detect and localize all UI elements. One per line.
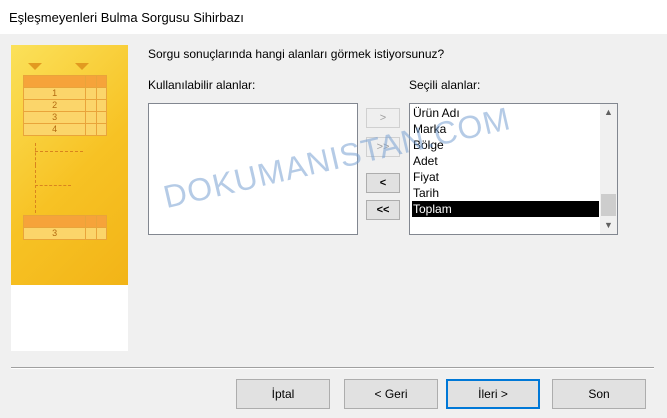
row-number: 4 <box>22 123 87 136</box>
finish-button[interactable]: Son <box>552 379 646 409</box>
cancel-button[interactable]: İptal <box>236 379 330 409</box>
row-number: 3 <box>22 227 87 240</box>
connector-line <box>35 143 36 165</box>
list-item[interactable]: Ürün Adı <box>412 105 460 121</box>
add-all-fields-button[interactable]: >> <box>366 137 400 157</box>
connector-line <box>35 151 83 152</box>
list-item[interactable]: Marka <box>412 121 446 137</box>
available-fields-label: Kullanılabilir alanlar: <box>148 78 256 92</box>
selected-fields-list[interactable]: Ürün Adı Marka Bölge Adet Fiyat Tarih To… <box>409 103 618 235</box>
row-number: 2 <box>22 99 87 112</box>
illustration-table-bottom: 3 <box>22 215 108 240</box>
row-number: 1 <box>22 87 87 100</box>
selected-fields-label: Seçili alanlar: <box>409 78 481 92</box>
remove-all-fields-button[interactable]: << <box>366 200 400 220</box>
vertical-scrollbar[interactable]: ▲ ▼ <box>600 104 617 234</box>
list-item[interactable]: Fiyat <box>412 169 439 185</box>
scroll-up-icon[interactable]: ▲ <box>600 104 617 121</box>
footer-divider-highlight <box>11 368 654 369</box>
connector-line <box>35 185 71 186</box>
remove-field-button[interactable]: < <box>366 173 400 193</box>
arrow-down-icon <box>75 63 89 70</box>
row-number: 3 <box>22 111 87 124</box>
add-field-button[interactable]: > <box>366 108 400 128</box>
back-button[interactable]: < Geri <box>344 379 438 409</box>
illustration-panel: 1 2 3 4 3 <box>11 45 128 285</box>
list-item[interactable]: Adet <box>412 153 438 169</box>
scroll-down-icon[interactable]: ▼ <box>600 217 617 234</box>
list-item[interactable]: Tarih <box>412 185 439 201</box>
next-button[interactable]: İleri > <box>446 379 540 409</box>
list-item-selected[interactable]: Toplam <box>412 201 599 217</box>
scroll-thumb[interactable] <box>601 194 616 216</box>
window-title: Eşleşmeyenleri Bulma Sorgusu Sihirbazı <box>9 10 244 25</box>
wizard-illustration: 1 2 3 4 3 <box>11 45 128 351</box>
prompt-text: Sorgu sonuçlarında hangi alanları görmek… <box>148 47 445 61</box>
illustration-table-top: 1 2 3 4 <box>22 75 108 136</box>
list-item[interactable]: Bölge <box>412 137 444 153</box>
available-fields-list[interactable] <box>148 103 358 235</box>
title-bar: Eşleşmeyenleri Bulma Sorgusu Sihirbazı <box>0 0 667 34</box>
connector-line <box>35 165 36 213</box>
arrow-down-icon <box>28 63 42 70</box>
